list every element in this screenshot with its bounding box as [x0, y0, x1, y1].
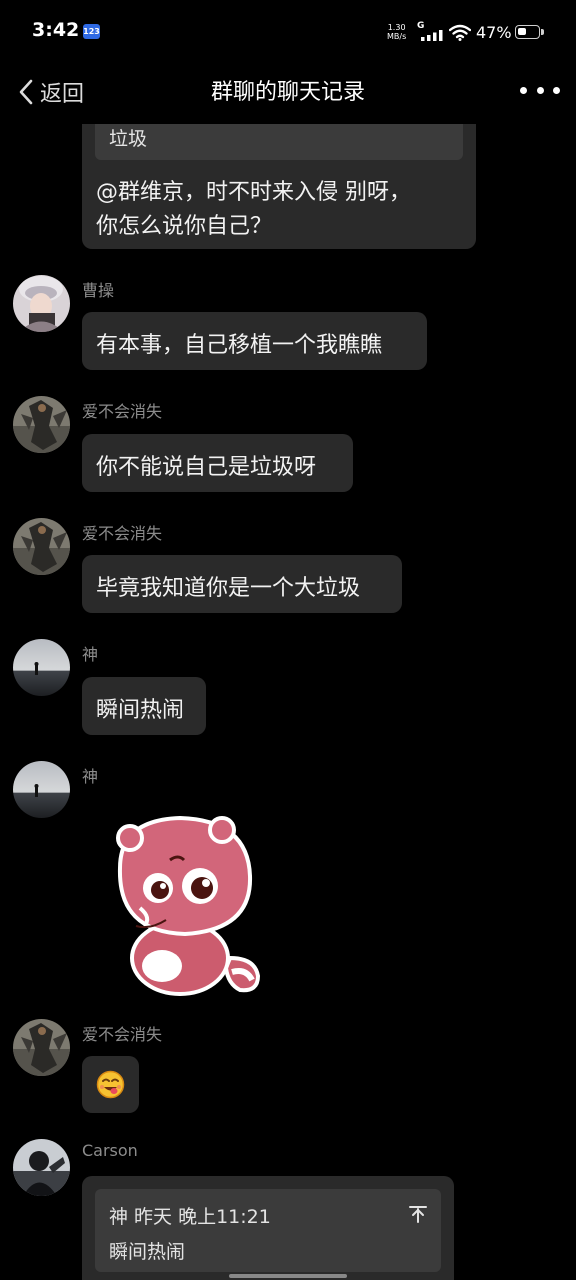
jump-to-top-icon[interactable] — [409, 1205, 427, 1223]
network-speed-value: 1.30 — [387, 23, 406, 32]
avatar[interactable] — [13, 1139, 70, 1196]
nav-bar: 返回 群聊的聊天记录 — [0, 64, 576, 124]
avatar[interactable] — [13, 396, 70, 453]
sender-name: 爱不会消失 — [82, 524, 163, 543]
quoted-text: 垃圾 — [109, 128, 148, 150]
chat-history[interactable]: 垃圾 @群维京，时不时来入侵 别呀， 你怎么说你自己？ 曹操 有本事，自己移植一… — [0, 124, 576, 1280]
network-speed: 1.30 MB/s — [387, 23, 406, 41]
message-bubble[interactable] — [82, 1056, 139, 1113]
sender-name: Carson — [82, 1141, 138, 1160]
home-indicator[interactable] — [229, 1274, 347, 1278]
avatar-armored-rider — [13, 396, 70, 453]
message-bubble[interactable]: 毕竟我知道你是一个大垃圾 — [82, 555, 402, 613]
avatar-beach-figure — [13, 639, 70, 696]
reply-quote[interactable]: 神 昨天 晚上11:21 瞬间热闹 — [95, 1189, 441, 1272]
sender-name: 爱不会消失 — [82, 1025, 163, 1044]
wifi-icon — [449, 24, 471, 41]
sender-name: 曹操 — [82, 281, 115, 300]
network-speed-unit: MB/s — [387, 32, 407, 41]
page-title: 群聊的聊天记录 — [210, 80, 365, 105]
message-text: 你不能说自己是垃圾呀 — [96, 455, 317, 480]
battery-icon — [515, 25, 540, 39]
sender-name: 神 — [82, 645, 99, 664]
sender-name: 爱不会消失 — [82, 402, 163, 421]
message-text-line: 你怎么说你自己？ — [96, 214, 273, 239]
status-time: 3:42 — [32, 19, 80, 41]
message-bubble[interactable]: 瞬间热闹 — [82, 677, 206, 735]
avatar[interactable] — [13, 1019, 70, 1076]
sender-name: 神 — [82, 767, 99, 786]
message-bubble[interactable]: 垃圾 @群维京，时不时来入侵 别呀， 你怎么说你自己？ — [82, 124, 476, 249]
message-text: 有本事，自己移植一个我瞧瞧 — [96, 333, 383, 358]
signal-icon — [421, 30, 443, 41]
keyboard-badge-icon: 123 — [83, 24, 100, 39]
message-bubble[interactable]: 你不能说自己是垃圾呀 — [82, 434, 353, 492]
more-dot — [553, 86, 560, 94]
avatar-beach-figure — [13, 761, 70, 818]
message-bubble[interactable]: 有本事，自己移植一个我瞧瞧 — [82, 312, 427, 370]
avatar-dark-selfie — [13, 1139, 70, 1196]
avatar[interactable] — [13, 639, 70, 696]
avatar[interactable] — [13, 518, 70, 575]
avatar[interactable] — [13, 761, 70, 818]
battery-fill — [518, 28, 526, 35]
quoted-message[interactable]: 垃圾 — [95, 124, 463, 160]
avatar-armored-rider — [13, 1019, 70, 1076]
message-text: 瞬间热闹 — [96, 698, 185, 723]
avatar-girl-headdress — [13, 275, 70, 332]
pink-bear-sticker[interactable] — [100, 808, 270, 998]
reply-quote-text: 瞬间热闹 — [109, 1241, 186, 1263]
battery-tip — [541, 29, 544, 35]
avatar[interactable] — [13, 275, 70, 332]
message-text: 毕竟我知道你是一个大垃圾 — [96, 576, 361, 601]
more-dot — [520, 86, 527, 94]
avatar-armored-rider — [13, 518, 70, 575]
more-button[interactable] — [520, 78, 560, 102]
yum-face-emoji-icon — [96, 1070, 125, 1099]
more-dot — [536, 86, 544, 94]
reply-quote-header: 神 昨天 晚上11:21 — [109, 1206, 271, 1228]
battery-percent: 47% — [476, 23, 512, 42]
message-bubble[interactable]: 神 昨天 晚上11:21 瞬间热闹 — [82, 1176, 454, 1280]
status-bar: 3:42 123 1.30 MB/s G 47% — [0, 0, 576, 64]
message-text-line: @群维京，时不时来入侵 别呀， — [96, 180, 411, 205]
